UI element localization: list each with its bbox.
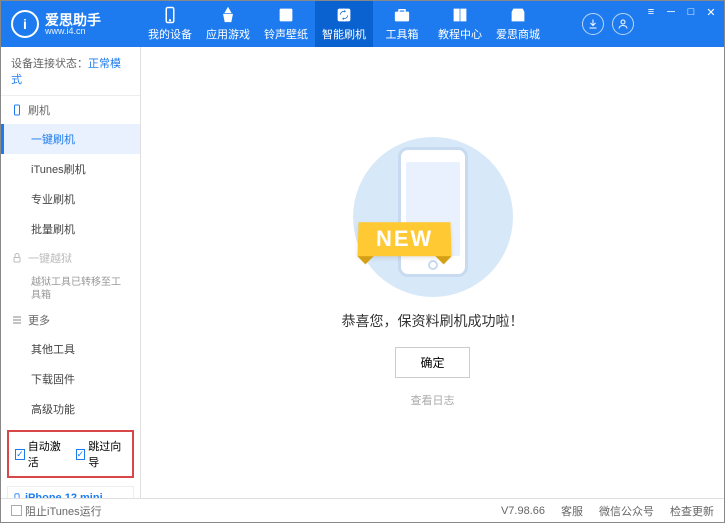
ok-button[interactable]: 确定 — [395, 347, 469, 378]
nav-tutorials[interactable]: 教程中心 — [431, 1, 489, 47]
maximize-button[interactable]: □ — [684, 5, 698, 19]
phone-icon — [161, 6, 179, 24]
app-title: 爱思助手 — [45, 13, 101, 27]
sidebar-item-firmware[interactable]: 下载固件 — [1, 364, 140, 394]
logo: i 爱思助手 www.i4.cn — [11, 10, 141, 38]
minimize-button[interactable]: ─ — [664, 5, 678, 19]
sidebar: 设备连接状态：正常模式 刷机 一键刷机 iTunes刷机 专业刷机 批量刷机 一… — [1, 47, 141, 498]
connection-status: 设备连接状态：正常模式 — [1, 47, 140, 96]
success-illustration: NEW — [343, 137, 523, 297]
sidebar-item-advanced[interactable]: 高级功能 — [1, 394, 140, 424]
wechat-link[interactable]: 微信公众号 — [599, 503, 654, 519]
user-button[interactable] — [612, 13, 634, 35]
main-nav: 我的设备 应用游戏 铃声壁纸 智能刷机 工具箱 教程中心 — [141, 1, 582, 47]
service-link[interactable]: 客服 — [561, 503, 583, 519]
wallpaper-icon — [277, 6, 295, 24]
block-itunes-checkbox[interactable]: 阻止iTunes运行 — [11, 503, 102, 519]
version-label: V7.98.66 — [501, 505, 545, 517]
user-icon — [617, 18, 629, 30]
nav-my-device[interactable]: 我的设备 — [141, 1, 199, 47]
view-log-link[interactable]: 查看日志 — [411, 392, 455, 408]
menu-button[interactable]: ≡ — [644, 5, 658, 19]
main-content: NEW 恭喜您，保资料刷机成功啦！ 确定 查看日志 — [141, 47, 724, 498]
app-icon — [219, 6, 237, 24]
window-controls: ≡ ─ □ ✕ — [644, 1, 724, 47]
success-message: 恭喜您，保资料刷机成功啦！ — [342, 311, 524, 331]
footer: 阻止iTunes运行 V7.98.66 客服 微信公众号 检查更新 — [1, 498, 724, 522]
sidebar-item-itunes[interactable]: iTunes刷机 — [1, 154, 140, 184]
app-window: i 爱思助手 www.i4.cn 我的设备 应用游戏 铃声壁纸 智能刷机 — [0, 0, 725, 523]
sidebar-section-jailbreak: 一键越狱 — [1, 244, 140, 272]
sidebar-item-pro[interactable]: 专业刷机 — [1, 184, 140, 214]
phone-small-icon — [11, 104, 23, 116]
skip-guide-checkbox[interactable]: ✓ 跳过向导 — [76, 438, 127, 470]
toolbox-icon — [393, 6, 411, 24]
close-button[interactable]: ✕ — [704, 5, 718, 19]
nav-ringtones[interactable]: 铃声壁纸 — [257, 1, 315, 47]
checkbox-icon: ✓ — [15, 449, 25, 460]
nav-apps[interactable]: 应用游戏 — [199, 1, 257, 47]
refresh-icon — [335, 6, 353, 24]
app-url: www.i4.cn — [45, 27, 101, 36]
update-link[interactable]: 检查更新 — [670, 503, 714, 519]
logo-icon: i — [11, 10, 39, 38]
book-icon — [451, 6, 469, 24]
sidebar-item-batch[interactable]: 批量刷机 — [1, 214, 140, 244]
sidebar-item-oneclick[interactable]: 一键刷机 — [1, 124, 140, 154]
store-icon — [509, 6, 527, 24]
lock-icon — [11, 252, 23, 264]
checkbox-icon: ✓ — [76, 449, 86, 460]
new-badge: NEW — [357, 222, 451, 256]
options-box: ✓ 自动激活 ✓ 跳过向导 — [7, 430, 134, 478]
nav-flash[interactable]: 智能刷机 — [315, 1, 373, 47]
titlebar: i 爱思助手 www.i4.cn 我的设备 应用游戏 铃声壁纸 智能刷机 — [1, 1, 724, 47]
device-info[interactable]: iPhone 12 mini 64GB Down-12mini-13,1 — [7, 486, 134, 498]
download-icon — [587, 18, 599, 30]
sidebar-section-more[interactable]: 更多 — [1, 306, 140, 334]
sidebar-section-flash[interactable]: 刷机 — [1, 96, 140, 124]
checkbox-icon — [11, 505, 22, 516]
auto-activate-checkbox[interactable]: ✓ 自动激活 — [15, 438, 66, 470]
nav-store[interactable]: 爱思商城 — [489, 1, 547, 47]
menu-icon — [11, 314, 23, 326]
device-icon — [12, 491, 22, 498]
nav-toolbox[interactable]: 工具箱 — [373, 1, 431, 47]
jailbreak-note: 越狱工具已转移至工具箱 — [1, 272, 140, 306]
download-button[interactable] — [582, 13, 604, 35]
sidebar-item-other[interactable]: 其他工具 — [1, 334, 140, 364]
